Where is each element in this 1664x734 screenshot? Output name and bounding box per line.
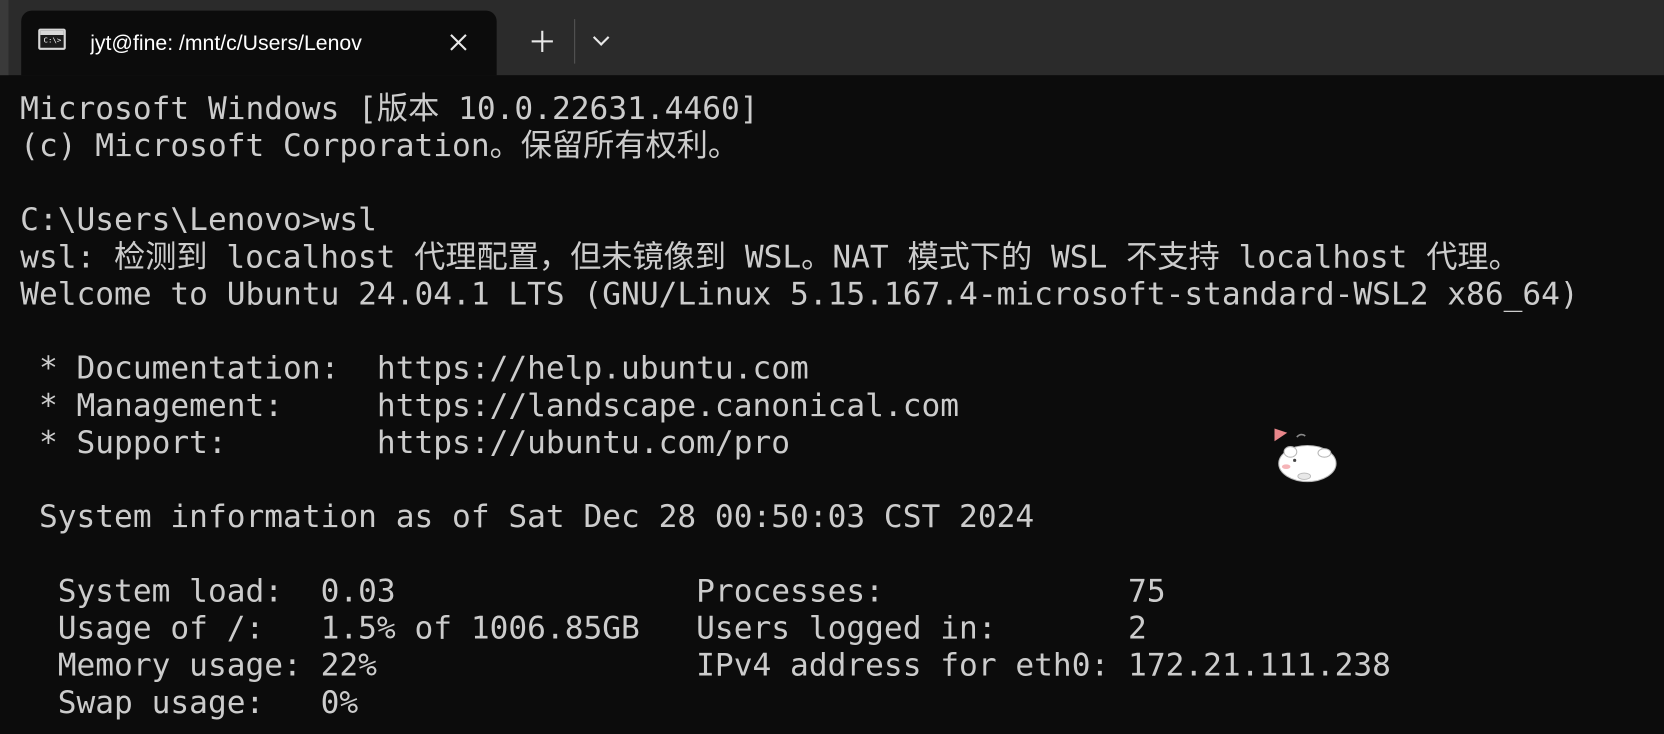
tab-active[interactable]: C:\> jyt@fine: /mnt/c/Users/Lenov	[21, 10, 497, 76]
titlebar-divider	[574, 19, 576, 64]
terminal-line: System information as of Sat Dec 28 00:5…	[20, 498, 1035, 535]
terminal-output[interactable]: Microsoft Windows [版本 10.0.22631.4460] (…	[0, 75, 1664, 734]
terminal-line: wsl: 检测到 localhost 代理配置，但未镜像到 WSL。NAT 模式…	[20, 238, 1520, 275]
terminal-line: Memory usage: 22% IPv4 address for eth0:…	[20, 647, 1391, 684]
terminal-line: (c) Microsoft Corporation。保留所有权利。	[20, 127, 740, 164]
close-icon[interactable]	[444, 28, 474, 58]
terminal-line: Welcome to Ubuntu 24.04.1 LTS (GNU/Linux…	[20, 275, 1579, 312]
plus-icon[interactable]	[524, 23, 560, 59]
terminal-line: System load: 0.03 Processes: 75	[20, 572, 1166, 609]
terminal-line: Swap usage: 0%	[20, 684, 359, 721]
terminal-line: Microsoft Windows [版本 10.0.22631.4460]	[20, 90, 759, 127]
terminal-icon: C:\>	[38, 28, 66, 50]
chevron-down-icon[interactable]	[586, 25, 618, 57]
terminal-line: * Support: https://ubuntu.com/pro	[20, 424, 791, 461]
terminal-line: C:\Users\Lenovo>wsl	[20, 201, 377, 238]
hamster-sticker-icon	[1271, 424, 1339, 488]
terminal-icon-glyph: C:\>	[43, 36, 62, 45]
terminal-line: * Documentation: https://help.ubuntu.com	[20, 350, 809, 387]
title-bar[interactable]: C:\> jyt@fine: /mnt/c/Users/Lenov	[0, 0, 1664, 76]
window-stage: C:\> jyt@fine: /mnt/c/Users/Lenov Micros…	[0, 0, 1664, 734]
window-edge	[0, 0, 9, 76]
terminal-app: C:\> jyt@fine: /mnt/c/Users/Lenov Micros…	[0, 0, 1664, 734]
terminal-line: * Management: https://landscape.canonica…	[20, 387, 960, 424]
terminal-line: Usage of /: 1.5% of 1006.85GB Users logg…	[20, 609, 1147, 646]
tab-title: jyt@fine: /mnt/c/Users/Lenov	[90, 31, 362, 56]
